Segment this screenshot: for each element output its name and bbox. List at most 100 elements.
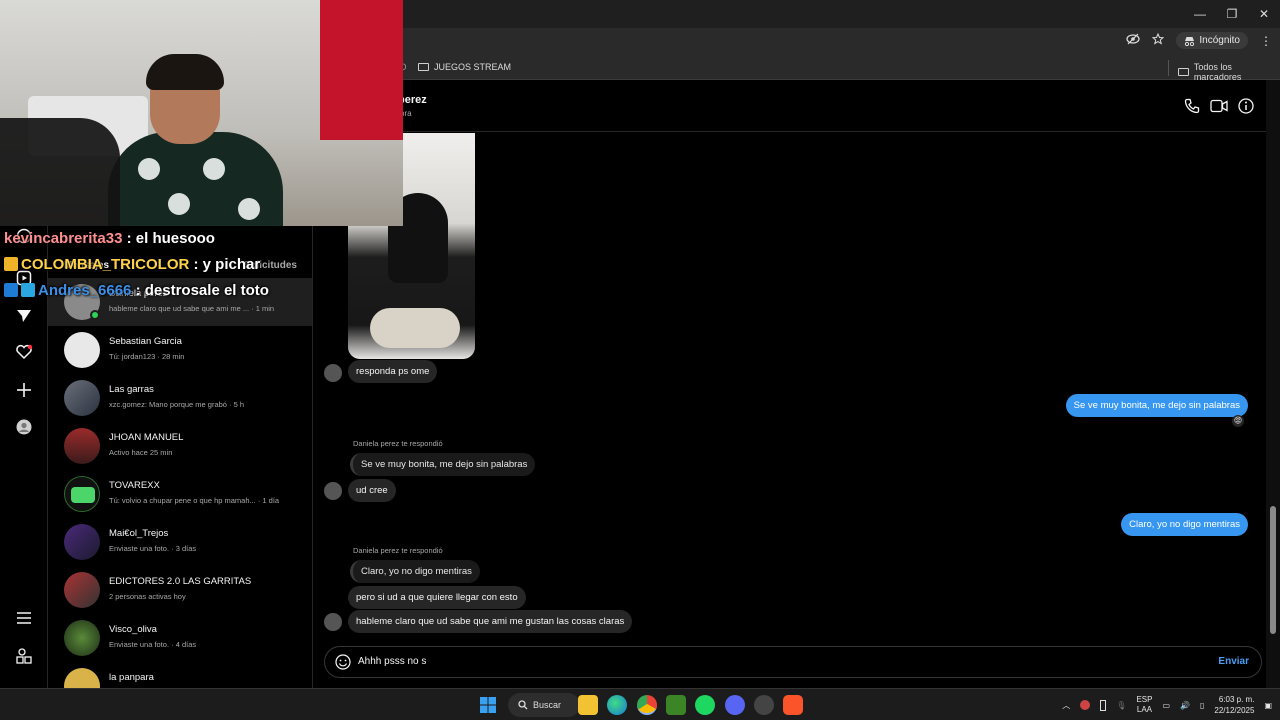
menu-hamburger-icon[interactable]: [14, 608, 34, 628]
sender-avatar: [324, 613, 342, 631]
microphone-icon[interactable]: 🎙: [1116, 701, 1126, 710]
online-indicator: [90, 310, 100, 320]
stream-chat-line: Andres_6666 : destrosale el toto: [4, 282, 269, 299]
minimize-button[interactable]: —: [1184, 0, 1216, 28]
all-bookmarks-button[interactable]: Todos los marcadores: [1178, 62, 1280, 82]
folder-icon: [1178, 68, 1189, 76]
search-label: Buscar: [533, 700, 562, 710]
conversation-item[interactable]: Visco_oliva Enviaste una foto. · 4 días: [48, 614, 312, 662]
quoted-message[interactable]: Se ve muy bonita, me dejo sin palabras: [350, 453, 536, 476]
chat-panel: perez ora responda ps ome Se ve muy boni…: [314, 80, 1266, 688]
bookmark-folder-label: JUEGOS STREAM: [434, 62, 512, 72]
send-button[interactable]: Enviar: [1218, 656, 1249, 667]
message-composer[interactable]: Ahhh psss no s Enviar: [324, 646, 1262, 678]
avatar: [64, 620, 100, 656]
conversation-item[interactable]: Las garras xzc.gomez: Mano porque me gra…: [48, 374, 312, 422]
conversation-name: Visco_oliva: [109, 624, 157, 635]
message-bubble-sent: Claro, yo no digo mentiras: [1121, 513, 1248, 536]
conversation-item[interactable]: Sebastian Garcia Tú: jordan123 · 28 min: [48, 326, 312, 374]
video-call-icon[interactable]: [1209, 96, 1229, 116]
webcam-overlay: [0, 0, 403, 226]
star-bookmark-icon[interactable]: [1152, 32, 1165, 48]
edge-browser-icon[interactable]: [607, 695, 627, 715]
sender-avatar: [324, 482, 342, 500]
quoted-message[interactable]: Claro, yo no digo mentiras: [350, 560, 480, 583]
discord-icon[interactable]: [725, 695, 745, 715]
conversation-preview: Tú: volvio a chupar pene o que hp mamah.…: [109, 496, 280, 505]
stream-chat-line: COLOMBIA_TRICOLOR : y pichar: [4, 256, 260, 273]
create-plus-icon[interactable]: [14, 380, 34, 400]
avatar: [64, 524, 100, 560]
minecraft-icon[interactable]: [666, 695, 686, 715]
usb-icon[interactable]: [1100, 699, 1107, 711]
conversation-item[interactable]: la panpara: [48, 662, 312, 688]
more-menu-icon[interactable]: ⋮: [1260, 34, 1272, 48]
conversation-name: Sebastian Garcia: [109, 336, 182, 347]
reaction-emoji[interactable]: 😡: [1232, 415, 1244, 427]
crown-badge-icon: [4, 257, 18, 271]
chrome-browser-icon[interactable]: [637, 695, 657, 715]
more-apps-icon[interactable]: [14, 646, 34, 666]
system-tray: ︿ 🎙 ESP LAA ▭ 🔊 ▯ 6:03 p. m. 22/12/2025 …: [1062, 693, 1272, 717]
message-bubble: hableme claro que ud sabe que ami me gus…: [348, 610, 633, 633]
avatar: [64, 668, 100, 688]
conversation-item[interactable]: Mai€ol_Trejos Enviaste una foto. · 3 día…: [48, 518, 312, 566]
conversation-name: Mai€ol_Trejos: [109, 528, 169, 539]
clock-date: 22/12/2025: [1214, 706, 1255, 715]
obs-icon[interactable]: [754, 695, 774, 715]
tray-app-icon[interactable]: [1080, 700, 1091, 710]
network-icon[interactable]: ▭: [1162, 701, 1170, 710]
search-icon: [518, 700, 528, 710]
windows-start-icon[interactable]: [478, 695, 498, 715]
clock[interactable]: 6:03 p. m. 22/12/2025: [1214, 694, 1254, 716]
streamer-figure: [108, 54, 283, 226]
sender-avatar: [324, 364, 342, 382]
language-indicator[interactable]: ESP LAA: [1136, 695, 1152, 715]
windows-taskbar: Buscar ︿ 🎙 ESP LAA ▭ 🔊 ▯ 6:03 p. m. 22/1…: [0, 688, 1280, 720]
volume-icon[interactable]: 🔊: [1180, 701, 1190, 710]
close-window-button[interactable]: ✕: [1248, 0, 1280, 28]
conversation-item[interactable]: JHOAN MANUEL Activo hace 25 min: [48, 422, 312, 470]
eye-off-icon[interactable]: [1126, 33, 1141, 48]
emoji-icon[interactable]: [335, 654, 351, 675]
chat-message: destrosale el toto: [144, 282, 269, 299]
incognito-label: Incógnito: [1199, 35, 1240, 46]
conversation-preview: Enviaste una foto. · 4 días: [109, 640, 197, 649]
notifications-heart-icon[interactable]: [14, 342, 34, 362]
conversation-preview: Tú: jordan123 · 28 min: [109, 352, 185, 361]
messages-icon[interactable]: [14, 306, 34, 326]
battery-icon[interactable]: ▯: [1200, 701, 1204, 710]
keyboard-layout: LAA: [1136, 705, 1152, 714]
stream-chat-line: kevincabrerita33 : el huesooo: [4, 230, 215, 247]
avatar: [64, 476, 100, 512]
notification-icon[interactable]: ▣: [1264, 701, 1272, 710]
brave-browser-icon[interactable]: [783, 695, 803, 715]
file-explorer-icon[interactable]: [578, 695, 598, 715]
message-input[interactable]: Ahhh psss no s: [358, 656, 426, 667]
conversation-name: la panpara: [109, 672, 154, 683]
incognito-badge[interactable]: Incógnito: [1176, 32, 1248, 49]
platform-badge-icon: [21, 283, 35, 297]
chat-scrollbar[interactable]: [1266, 80, 1280, 688]
reply-label: Daniela perez te respondió: [353, 546, 443, 555]
avatar: [64, 380, 100, 416]
maximize-button[interactable]: ❐: [1216, 0, 1248, 28]
chat-username: kevincabrerita33: [4, 230, 123, 247]
info-icon[interactable]: [1236, 96, 1256, 116]
conversation-item[interactable]: TOVAREXX Tú: volvio a chupar pene o que …: [48, 470, 312, 518]
spotify-icon[interactable]: [695, 695, 715, 715]
conversation-preview: hableme claro que ud sabe que ami me ...…: [109, 304, 275, 313]
taskbar-search[interactable]: Buscar: [508, 693, 580, 717]
platform-badge-icon: [4, 283, 18, 297]
scrollbar-thumb[interactable]: [1270, 506, 1276, 634]
conversation-item[interactable]: EDICTORES 2.0 LAS GARRITAS 2 personas ac…: [48, 566, 312, 614]
window-controls: — ❐ ✕: [1184, 0, 1280, 28]
profile-avatar-icon[interactable]: [14, 417, 34, 437]
chat-message: y pichar: [202, 256, 261, 273]
chevron-up-icon[interactable]: ︿: [1062, 700, 1070, 711]
conversation-preview: Enviaste una foto. · 3 días: [109, 544, 197, 553]
bookmark-folder-juegos[interactable]: JUEGOS STREAM: [418, 62, 511, 72]
avatar: [64, 572, 100, 608]
incognito-icon: [1185, 36, 1195, 46]
phone-call-icon[interactable]: [1182, 96, 1202, 116]
